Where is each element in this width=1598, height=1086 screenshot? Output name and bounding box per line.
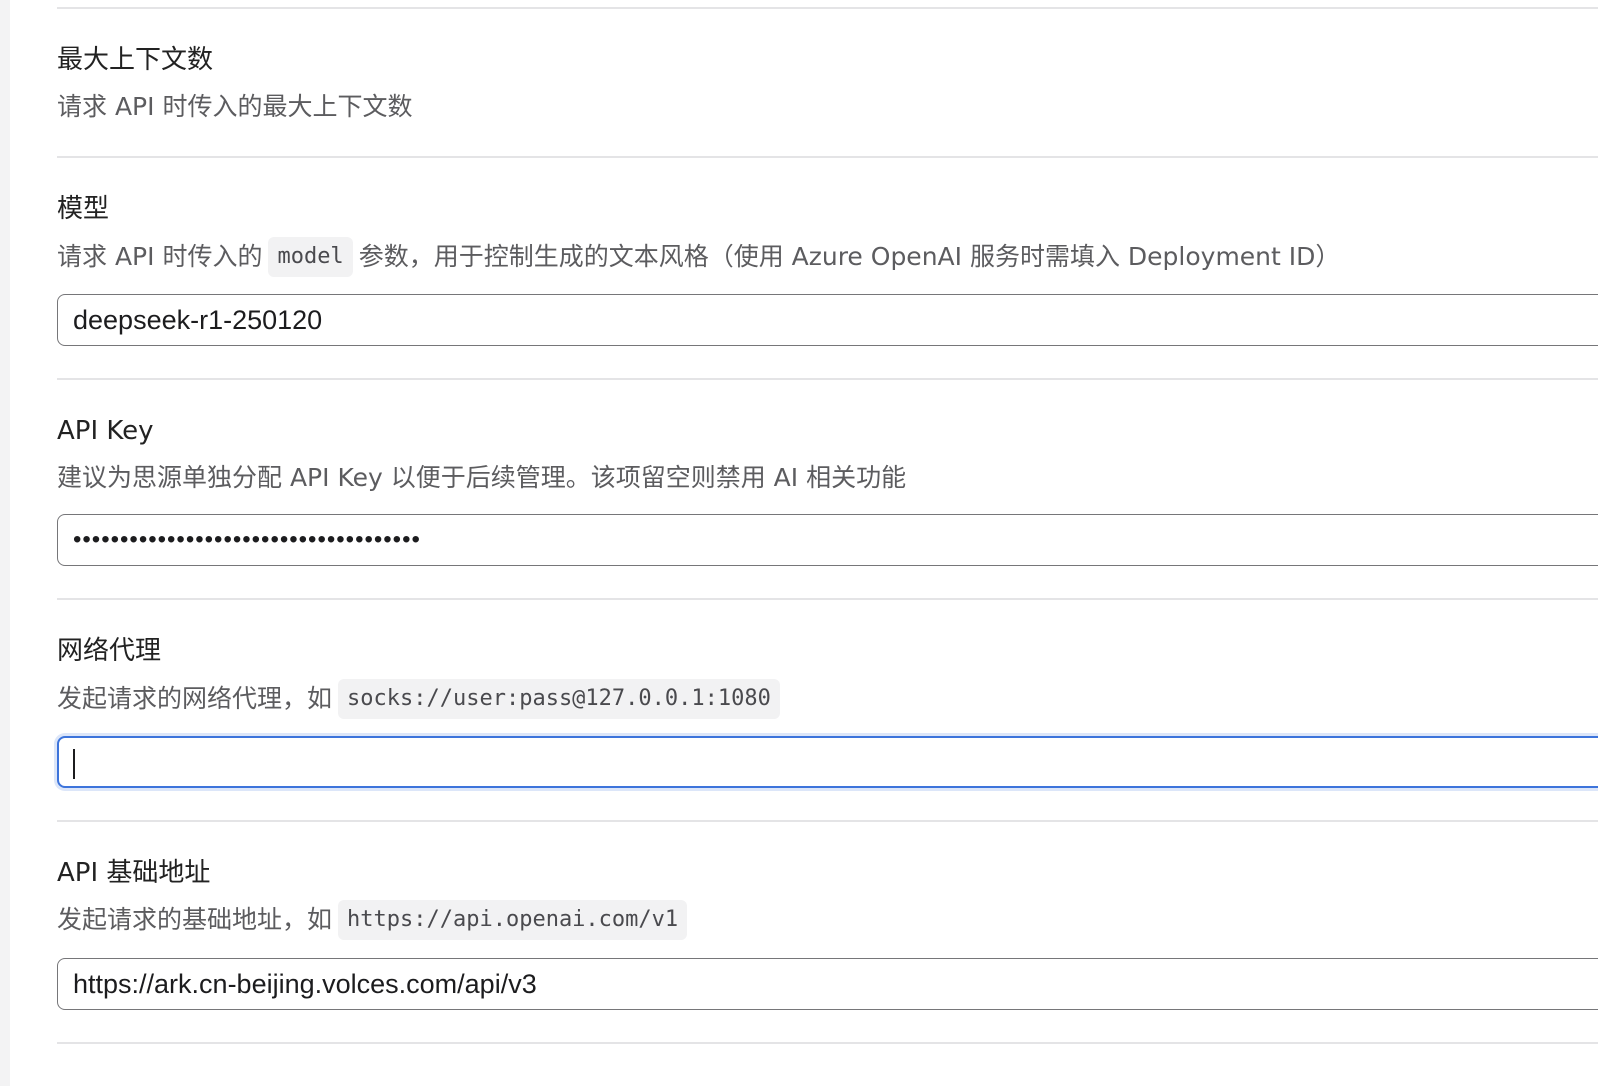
base-url-title: API 基础地址 bbox=[57, 858, 211, 888]
model-title: 模型 bbox=[57, 194, 110, 224]
proxy-code: socks://user:pass@127.0.0.1:1080 bbox=[338, 679, 780, 719]
model-input[interactable]: deepseek-r1-250120 bbox=[57, 294, 1598, 346]
divider bbox=[57, 1042, 1598, 1044]
proxy-description: 发起请求的网络代理，如 socks://user:pass@127.0.0.1:1… bbox=[57, 679, 786, 719]
proxy-input[interactable] bbox=[57, 736, 1598, 788]
max-context-title: 最大上下文数 bbox=[57, 45, 214, 75]
model-description-suffix: 参数，用于控制生成的文本风格（使用 Azure OpenAI 服务时需填入 De… bbox=[358, 242, 1341, 271]
api-key-title: API Key bbox=[57, 416, 154, 446]
base-url-input[interactable]: https://ark.cn-beijing.volces.com/api/v3 bbox=[57, 958, 1598, 1010]
max-context-description: 请求 API 时传入的最大上下文数 bbox=[57, 92, 413, 121]
divider bbox=[57, 820, 1598, 822]
proxy-title: 网络代理 bbox=[57, 636, 162, 666]
proxy-description-prefix: 发起请求的网络代理，如 bbox=[57, 684, 333, 713]
sidebar-edge bbox=[0, 0, 10, 1086]
api-key-input[interactable]: ••••••••••••••••••••••••••••••••••••• bbox=[57, 514, 1598, 566]
model-description-prefix: 请求 API 时传入的 bbox=[57, 242, 263, 271]
base-url-code: https://api.openai.com/v1 bbox=[338, 900, 688, 940]
model-code: model bbox=[268, 237, 353, 277]
base-url-description-prefix: 发起请求的基础地址，如 bbox=[57, 905, 333, 934]
model-description: 请求 API 时传入的 model 参数，用于控制生成的文本风格（使用 Azure … bbox=[57, 237, 1340, 277]
base-url-description: 发起请求的基础地址，如 https://api.openai.com/v1 bbox=[57, 900, 693, 940]
api-key-description: 建议为思源单独分配 API Key 以便于后续管理。该项留空则禁用 AI 相关功… bbox=[57, 463, 907, 492]
divider bbox=[57, 156, 1598, 158]
divider bbox=[57, 378, 1598, 380]
divider bbox=[57, 598, 1598, 600]
divider bbox=[57, 7, 1598, 9]
ai-settings-panel: 最大上下文数 请求 API 时传入的最大上下文数 模型 请求 API 时传入的 m… bbox=[57, 0, 1598, 1086]
text-caret bbox=[73, 749, 75, 779]
